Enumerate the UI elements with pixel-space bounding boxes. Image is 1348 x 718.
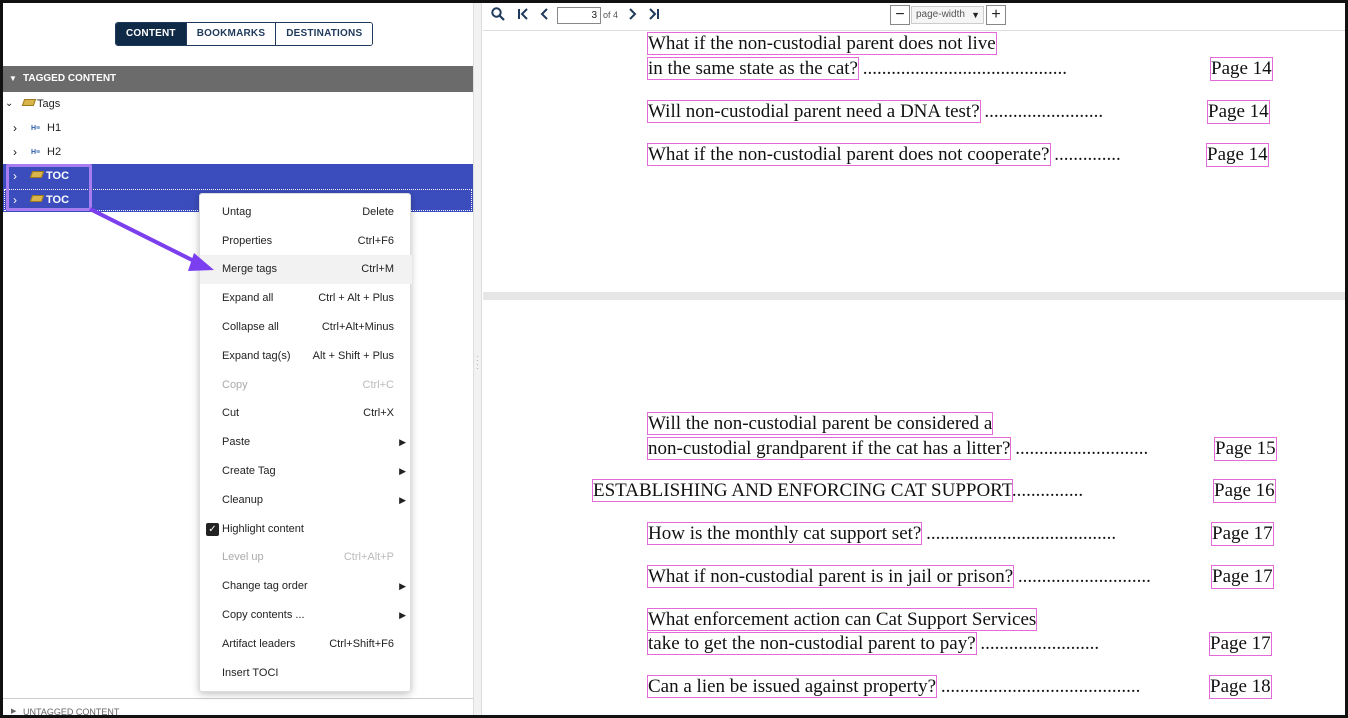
annotation-arrow-icon (89, 207, 214, 271)
